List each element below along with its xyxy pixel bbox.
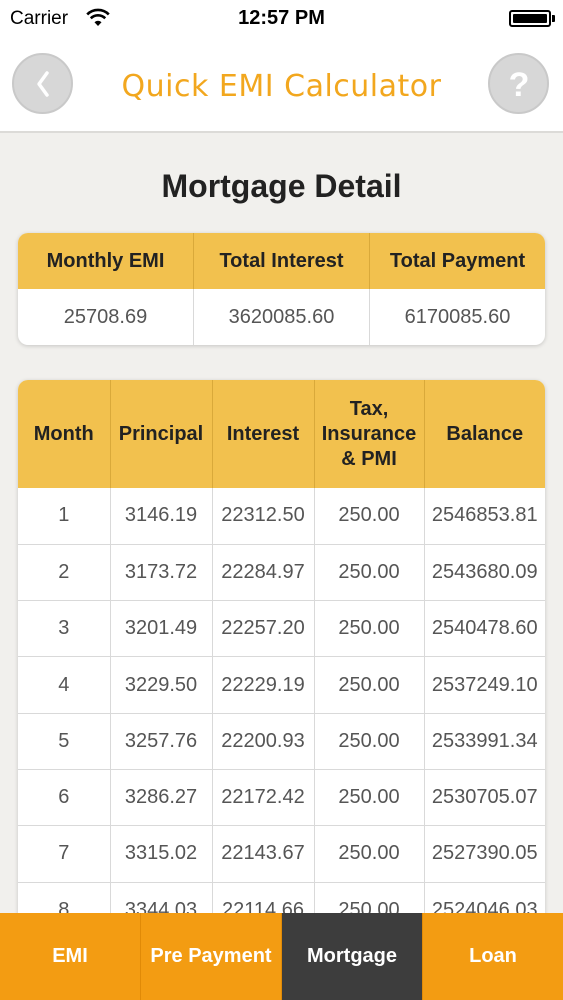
table-row: 3 3201.49 22257.20 250.00 2540478.60 [18,600,545,658]
cell-interest: 22143.67 [212,825,315,883]
cell-interest: 22284.97 [212,544,315,602]
cell-balance: 2537249.10 [424,656,545,714]
cell-month: 2 [18,544,111,602]
table-row: 6 3286.27 22172.42 250.00 2530705.07 [18,769,545,827]
cell-balance: 2546853.81 [424,488,545,545]
cell-tax-insurance-pmi: 250.00 [314,769,425,827]
cell-balance: 2527390.05 [424,825,545,883]
status-bar: Carrier 12:57 PM [0,0,563,38]
column-header-interest: Interest [212,380,315,488]
cell-principal: 3146.19 [110,488,213,545]
cell-principal: 3315.02 [110,825,213,883]
table-row: 2 3173.72 22284.97 250.00 2543680.09 [18,544,545,602]
cell-principal: 3286.27 [110,769,213,827]
column-header-tax-insurance-pmi: Tax, Insurance & PMI [314,380,425,488]
column-header-balance: Balance [424,380,545,488]
tab-mortgage[interactable]: Mortgage [281,913,422,1000]
question-mark-icon: ? [508,66,529,102]
table-body: 1 3146.19 22312.50 250.00 2546853.81 2 3173.72… [18,488,545,939]
svg-text:?: ? [508,66,529,102]
cell-balance: 2540478.60 [424,600,545,658]
app-title: Quick EMI Calculator [121,69,442,104]
cell-month: 1 [18,488,111,545]
summary-header-monthly-emi: Monthly EMI [46,249,165,272]
summary-header-row: Monthly EMI Total Interest Total Payment [18,233,545,289]
cell-month: 6 [18,769,111,827]
cell-month: 4 [18,656,111,714]
summary-card: Monthly EMI Total Interest Total Payment… [18,233,545,345]
table-row: 5 3257.76 22200.93 250.00 2533991.34 [18,713,545,770]
summary-header-total-interest: Total Interest [193,233,369,289]
monthly-emi-value: 25708.69 [63,305,148,328]
cell-tax-insurance-pmi: 250.00 [314,656,425,714]
cell-tax-insurance-pmi: 250.00 [314,713,425,770]
cell-tax-insurance-pmi: 250.00 [314,488,425,545]
cell-principal: 3173.72 [110,544,213,602]
amortization-table: Month Principal Interest Tax, Insurance & P… [18,380,545,939]
column-header-principal: Principal [110,380,213,488]
page-title: Mortgage Detail [161,168,402,204]
help-button[interactable]: ? [488,53,549,114]
tab-loan[interactable]: Loan [422,913,563,1000]
amortization-table-card[interactable]: Month Principal Interest Tax, Insurance & P… [18,380,545,940]
summary-values-row: 25708.69 3620085.60 6170085.60 [18,289,545,345]
battery-icon [509,10,551,27]
cell-balance: 2533991.34 [424,713,545,770]
cell-interest: 22200.93 [212,713,315,770]
cell-month: 5 [18,713,111,770]
cell-tax-insurance-pmi: 250.00 [314,600,425,658]
battery-tip [552,15,555,22]
table-header-row: Month Principal Interest Tax, Insurance & P… [18,380,545,488]
cell-principal: 3229.50 [110,656,213,714]
cell-interest: 22257.20 [212,600,315,658]
tab-emi[interactable]: EMI [0,913,140,1000]
table-row: 4 3229.50 22229.19 250.00 2537249.10 [18,656,545,714]
cell-interest: 22229.19 [212,656,315,714]
column-header-month: Month [18,380,111,488]
cell-tax-insurance-pmi: 250.00 [314,544,425,602]
cell-month: 3 [18,600,111,658]
table-row: 1 3146.19 22312.50 250.00 2546853.81 [18,488,545,545]
cell-interest: 22312.50 [212,488,315,545]
cell-tax-insurance-pmi: 250.00 [314,825,425,883]
cell-balance: 2543680.09 [424,544,545,602]
cell-month: 7 [18,825,111,883]
cell-balance: 2530705.07 [424,769,545,827]
total-payment-value: 6170085.60 [369,289,545,345]
table-row: 7 3315.02 22143.67 250.00 2527390.05 [18,825,545,883]
tab-pre-payment[interactable]: Pre Payment [140,913,281,1000]
total-interest-value: 3620085.60 [193,289,369,345]
nav-bar: Quick EMI Calculator ? [0,38,563,133]
cell-principal: 3257.76 [110,713,213,770]
cell-interest: 22172.42 [212,769,315,827]
tab-bar: EMI Pre Payment Mortgage Loan [0,913,563,1000]
clock: 12:57 PM [238,7,325,29]
cell-principal: 3201.49 [110,600,213,658]
summary-header-total-payment: Total Payment [369,233,545,289]
